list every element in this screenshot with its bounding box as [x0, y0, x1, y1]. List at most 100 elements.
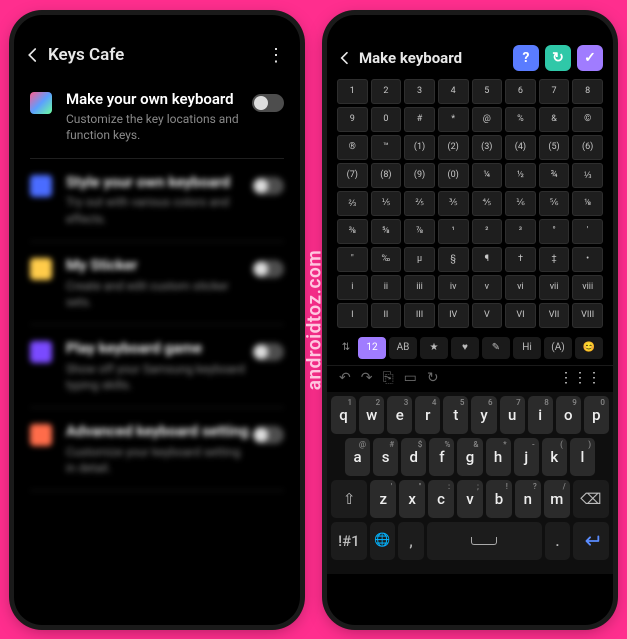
comma-key[interactable]: ,: [398, 522, 424, 560]
key-d[interactable]: $d: [401, 438, 426, 476]
reorder-handle[interactable]: ⇅: [337, 337, 355, 359]
category-tab[interactable]: AB: [389, 337, 417, 359]
enter-key[interactable]: [573, 522, 609, 560]
palette-cell[interactable]: ³: [505, 219, 536, 244]
palette-cell[interactable]: ¾: [539, 163, 570, 188]
palette-cell[interactable]: 7: [539, 79, 570, 104]
key-o[interactable]: 9o: [556, 396, 581, 434]
palette-cell[interactable]: •: [572, 247, 603, 272]
palette-cell[interactable]: iv: [438, 275, 469, 300]
palette-cell[interactable]: vii: [539, 275, 570, 300]
palette-cell[interactable]: ′: [572, 219, 603, 244]
toolbar-button[interactable]: ▭: [404, 370, 417, 386]
category-tab[interactable]: ♥: [451, 337, 479, 359]
palette-cell[interactable]: ™: [371, 135, 402, 160]
palette-cell[interactable]: (3): [472, 135, 503, 160]
key-t[interactable]: 5t: [443, 396, 468, 434]
palette-cell[interactable]: ⅙: [505, 191, 536, 216]
key-e[interactable]: 3e: [387, 396, 412, 434]
settings-item[interactable]: Make your own keyboardCustomize the key …: [30, 76, 284, 159]
palette-cell[interactable]: ‰: [371, 247, 402, 272]
palette-cell[interactable]: ⅕: [371, 191, 402, 216]
key-z[interactable]: 'z: [370, 480, 396, 518]
toggle[interactable]: [252, 177, 284, 195]
settings-item[interactable]: My StickerCreate and edit custom sticker…: [30, 242, 284, 325]
palette-cell[interactable]: V: [472, 303, 503, 328]
key-v[interactable]: ;v: [457, 480, 483, 518]
key-i[interactable]: 8i: [528, 396, 553, 434]
key-b[interactable]: !b: [486, 480, 512, 518]
key-g[interactable]: &g: [457, 438, 482, 476]
key-p[interactable]: 0p: [584, 396, 609, 434]
palette-cell[interactable]: §: [438, 247, 469, 272]
palette-cell[interactable]: ®: [337, 135, 368, 160]
palette-cell[interactable]: VII: [539, 303, 570, 328]
palette-cell[interactable]: I: [337, 303, 368, 328]
key-w[interactable]: 2w: [359, 396, 384, 434]
palette-cell[interactable]: ¹: [438, 219, 469, 244]
palette-cell[interactable]: (1): [404, 135, 435, 160]
key-a[interactable]: @a: [345, 438, 370, 476]
toolbar-button[interactable]: ↷: [361, 370, 373, 386]
palette-cell[interactable]: (0): [438, 163, 469, 188]
palette-cell[interactable]: ⅔: [337, 191, 368, 216]
palette-cell[interactable]: 0: [371, 107, 402, 132]
palette-cell[interactable]: (5): [539, 135, 570, 160]
palette-cell[interactable]: IV: [438, 303, 469, 328]
palette-cell[interactable]: 3: [404, 79, 435, 104]
settings-item[interactable]: Advanced keyboard settingCustomize your …: [30, 408, 284, 491]
palette-cell[interactable]: (6): [572, 135, 603, 160]
toolbar-button[interactable]: ↶: [339, 370, 351, 386]
key-n[interactable]: ?n: [515, 480, 541, 518]
palette-cell[interactable]: (4): [505, 135, 536, 160]
key-c[interactable]: :c: [428, 480, 454, 518]
settings-item[interactable]: Style your own keyboardTry out with vari…: [30, 159, 284, 242]
toggle[interactable]: [252, 260, 284, 278]
toggle[interactable]: [252, 426, 284, 444]
palette-cell[interactable]: VI: [505, 303, 536, 328]
palette-cell[interactable]: III: [404, 303, 435, 328]
palette-cell[interactable]: ½: [505, 163, 536, 188]
palette-cell[interactable]: ⅘: [472, 191, 503, 216]
category-tab[interactable]: ★: [420, 337, 448, 359]
palette-cell[interactable]: 2: [371, 79, 402, 104]
space-key[interactable]: [427, 522, 542, 560]
category-tab[interactable]: (A): [544, 337, 572, 359]
palette-cell[interactable]: 8: [572, 79, 603, 104]
palette-cell[interactable]: ‡: [539, 247, 570, 272]
key-y[interactable]: 6y: [471, 396, 496, 434]
refresh-button[interactable]: ↻: [545, 45, 571, 71]
palette-cell[interactable]: (7): [337, 163, 368, 188]
palette-cell[interactable]: %: [505, 107, 536, 132]
toolbar-button[interactable]: ⋮⋮⋮: [559, 370, 601, 386]
key-x[interactable]: "x: [399, 480, 425, 518]
palette-cell[interactable]: (9): [404, 163, 435, 188]
palette-cell[interactable]: vi: [505, 275, 536, 300]
palette-cell[interactable]: VIII: [572, 303, 603, 328]
back-icon[interactable]: [337, 50, 353, 66]
palette-cell[interactable]: #: [404, 107, 435, 132]
toggle[interactable]: [252, 343, 284, 361]
key-l[interactable]: )l: [570, 438, 595, 476]
toolbar-button[interactable]: ⎘: [382, 370, 393, 386]
category-tab[interactable]: 12: [358, 337, 386, 359]
palette-cell[interactable]: ©: [572, 107, 603, 132]
palette-cell[interactable]: †: [505, 247, 536, 272]
palette-cell[interactable]: ii: [371, 275, 402, 300]
confirm-button[interactable]: ✓: [577, 45, 603, 71]
key-j[interactable]: -j: [514, 438, 539, 476]
key-h[interactable]: *h: [486, 438, 511, 476]
settings-item[interactable]: Play keyboard gameShow off your Samsung …: [30, 325, 284, 408]
category-tab[interactable]: ✎: [482, 337, 510, 359]
palette-cell[interactable]: &: [539, 107, 570, 132]
category-tab[interactable]: 😊: [575, 337, 603, 359]
period-key[interactable]: .: [545, 522, 571, 560]
palette-cell[interactable]: ⅖: [404, 191, 435, 216]
palette-cell[interactable]: ⅝: [371, 219, 402, 244]
palette-cell[interactable]: (2): [438, 135, 469, 160]
key-⌫[interactable]: ⌫: [573, 480, 609, 518]
key-f[interactable]: %f: [429, 438, 454, 476]
globe-key[interactable]: 🌐: [370, 522, 396, 560]
palette-cell[interactable]: 5: [472, 79, 503, 104]
palette-cell[interactable]: (8): [371, 163, 402, 188]
